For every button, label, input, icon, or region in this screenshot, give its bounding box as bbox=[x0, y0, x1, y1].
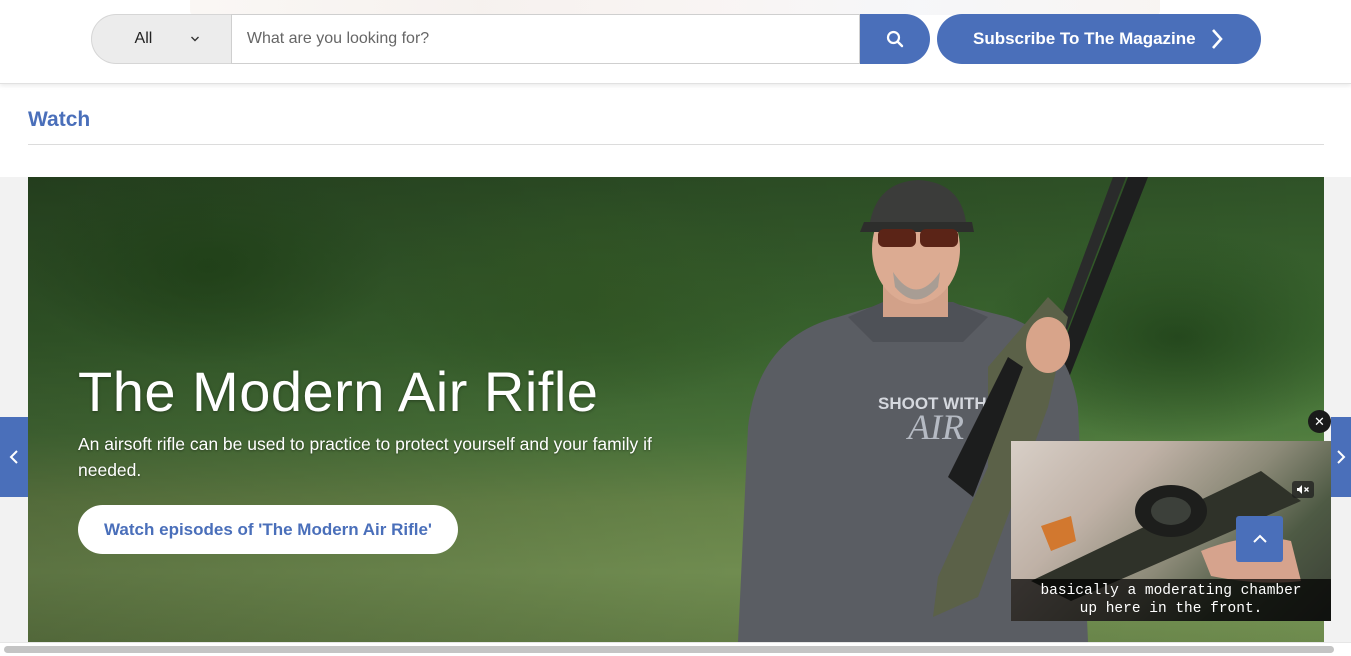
mute-button[interactable] bbox=[1292, 481, 1314, 498]
caption-line-2: up here in the front. bbox=[1079, 601, 1263, 617]
hero-title: The Modern Air Rifle bbox=[78, 360, 599, 423]
svg-text:AIR: AIR bbox=[906, 407, 964, 447]
chevron-right-icon bbox=[1211, 29, 1223, 49]
carousel-next-button[interactable] bbox=[1331, 417, 1351, 497]
site-header: All Subscribe To The Magazine bbox=[0, 0, 1351, 84]
muted-speaker-icon bbox=[1297, 485, 1309, 494]
ad-banner-strip[interactable] bbox=[190, 0, 1160, 15]
category-select[interactable]: All bbox=[91, 14, 231, 64]
subscribe-button[interactable]: Subscribe To The Magazine bbox=[937, 14, 1261, 64]
horizontal-scrollbar-thumb[interactable] bbox=[4, 646, 1334, 653]
section-divider bbox=[28, 144, 1324, 145]
subscribe-button-label: Subscribe To The Magazine bbox=[973, 29, 1196, 48]
category-select-value: All bbox=[134, 30, 153, 47]
search-icon bbox=[886, 30, 904, 48]
video-close-button[interactable]: ✕ bbox=[1308, 410, 1331, 433]
section-heading-watch[interactable]: Watch bbox=[28, 108, 90, 132]
page-gutter-left bbox=[0, 177, 28, 642]
video-captions: basically a moderating chamber up here i… bbox=[1011, 579, 1331, 621]
chevron-up-icon bbox=[1252, 534, 1267, 543]
search-bar: All bbox=[91, 14, 930, 64]
hero-description: An airsoft rifle can be used to practice… bbox=[78, 434, 652, 480]
watch-episodes-button[interactable]: Watch episodes of 'The Modern Air Rifle' bbox=[78, 505, 458, 554]
search-button[interactable] bbox=[860, 14, 930, 64]
caption-line-1: basically a moderating chamber bbox=[1040, 583, 1302, 599]
chevron-left-icon bbox=[9, 450, 18, 464]
back-to-top-button[interactable] bbox=[1236, 516, 1283, 562]
search-input[interactable] bbox=[230, 14, 861, 64]
chevron-right-icon bbox=[1337, 450, 1346, 464]
carousel-prev-button[interactable] bbox=[0, 417, 28, 497]
floating-video-player[interactable]: basically a moderating chamber up here i… bbox=[1011, 441, 1331, 621]
chevron-down-icon bbox=[191, 36, 200, 42]
